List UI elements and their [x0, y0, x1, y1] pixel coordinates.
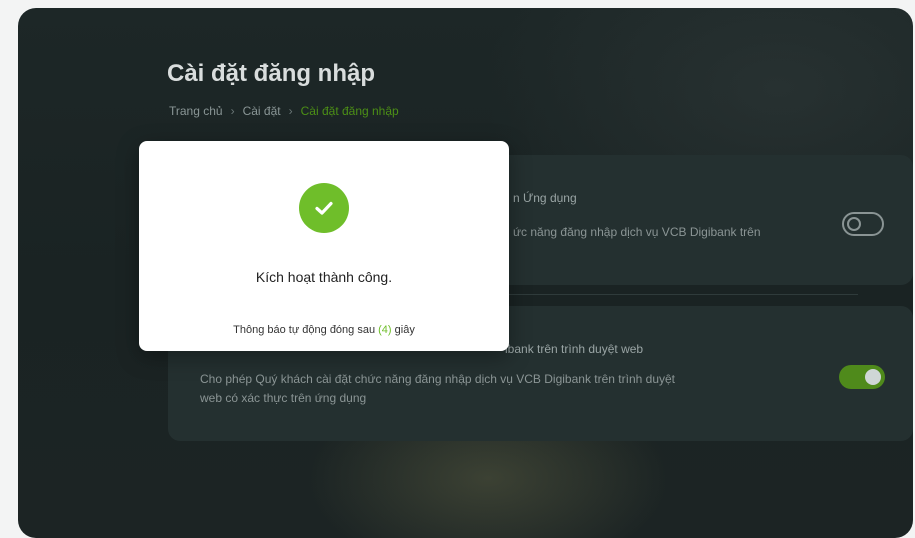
auto-close-count: (4) — [378, 324, 392, 336]
app-frame: Cài đặt đăng nhập Trang chủ › Cài đặt › … — [18, 8, 913, 538]
check-circle-icon — [299, 183, 349, 233]
success-message: Kích hoạt thành công. — [255, 269, 393, 285]
auto-close-prefix: Thông báo tự động đóng sau — [233, 324, 376, 336]
modal-overlay: Kích hoạt thành công. Thông báo tự động … — [18, 8, 913, 538]
auto-close-suffix: giây — [394, 324, 415, 336]
success-dialog: Kích hoạt thành công. Thông báo tự động … — [139, 141, 509, 351]
auto-close-notice: Thông báo tự động đóng sau (4) giây — [139, 324, 509, 336]
